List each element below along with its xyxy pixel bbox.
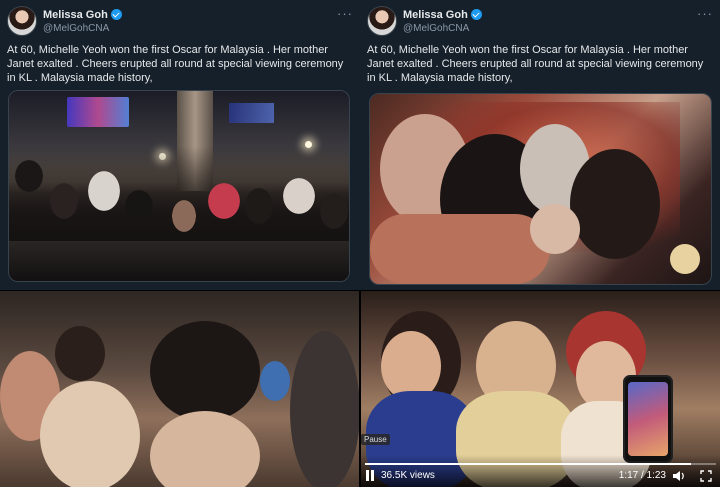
video-time: 1:17 / 1:23 [618,470,666,481]
hug-photo [370,94,711,284]
avatar[interactable] [7,6,37,36]
author-handle[interactable]: @MelGohCNA [43,23,109,34]
tweet-text: At 60, Michelle Yeoh won the first Oscar… [367,44,704,84]
volume-icon[interactable] [672,469,686,483]
tweet-media-hug[interactable] [369,93,712,285]
person [290,331,359,487]
verified-icon [470,9,482,20]
progress-bar[interactable] [365,463,716,465]
led-screen [67,97,129,127]
author-name-text[interactable]: Melissa Goh [43,9,108,21]
crowd-celebration-photo [0,291,359,487]
progress-fill [365,463,691,465]
avatar[interactable] [367,6,397,36]
video-player[interactable]: Pause 36.5K views 1:17 / 1:23 [361,291,720,487]
pause-icon[interactable] [365,470,375,481]
tweet-text: At 60, Michelle Yeoh won the first Oscar… [7,44,344,84]
more-icon[interactable]: ··· [697,6,713,21]
phone [260,361,290,401]
person [150,411,260,487]
lamp [670,244,700,274]
video-still-left[interactable] [0,291,359,487]
person [40,381,140,487]
tweet-media-ballroom[interactable] [8,90,350,282]
verified-icon [110,9,122,20]
more-icon[interactable]: ··· [337,6,353,21]
phone [623,375,673,463]
fullscreen-icon[interactable] [700,470,712,482]
arm [370,214,550,284]
person [55,326,105,381]
author-name[interactable]: Melissa Goh [403,9,482,21]
view-count: 36.5K views [381,470,435,481]
tweet-card-right[interactable]: Melissa Goh @MelGohCNA ··· At 60, Michel… [360,0,720,290]
person [150,321,260,421]
tweet-card-left[interactable]: Melissa Goh @MelGohCNA ··· At 60, Michel… [0,0,360,290]
author-name[interactable]: Melissa Goh [43,9,122,21]
tweet-author-row: Melissa Goh @MelGohCNA ··· [7,6,353,36]
tweet-author-row: Melissa Goh @MelGohCNA ··· [367,6,713,36]
author-name-text[interactable]: Melissa Goh [403,9,468,21]
ballroom-photo [9,91,349,281]
led-screen-secondary [229,103,274,123]
person [570,149,660,259]
hand [530,204,580,254]
floor [9,241,349,281]
video-controls: 36.5K views 1:17 / 1:23 [361,455,720,487]
author-handle[interactable]: @MelGohCNA [403,23,469,34]
pause-tooltip: Pause [361,434,390,445]
phone-screen [628,382,668,456]
